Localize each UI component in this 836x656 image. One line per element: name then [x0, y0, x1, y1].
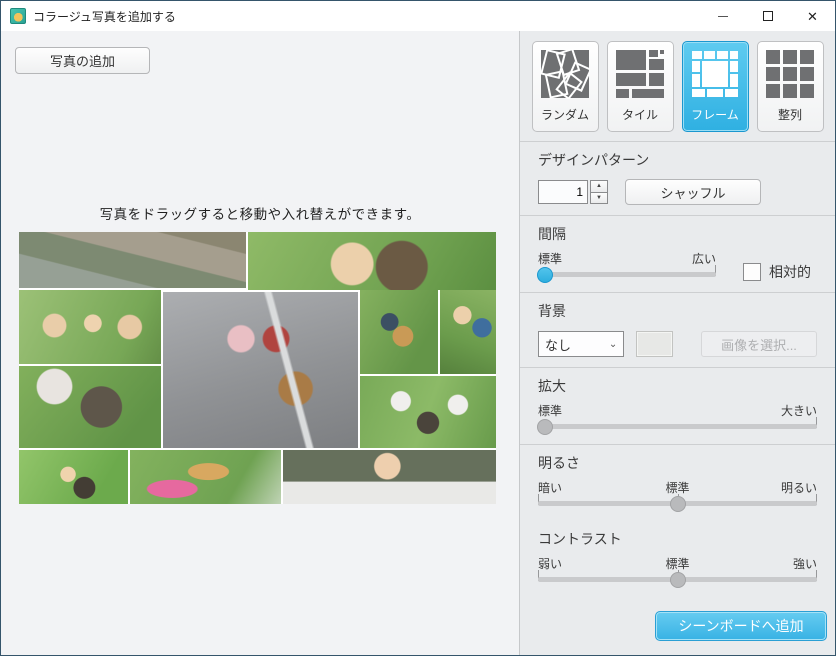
spacing-section: 間隔 標準 広い 相対的	[520, 215, 835, 292]
collage-photo-boy-striped-shirt-puppy[interactable]	[19, 366, 161, 448]
relative-checkbox[interactable]	[743, 263, 761, 281]
design-pattern-spinner: ▲ ▼	[590, 180, 608, 204]
titlebar: コラージュ写真を追加する ✕	[1, 1, 835, 31]
collage-dialog-window: コラージュ写真を追加する ✕ 写真の追加 写真をドラッグすると移動や入れ替えがで…	[0, 0, 836, 656]
minimize-icon	[718, 16, 728, 17]
grid-layout-icon	[765, 49, 815, 99]
layout-button-label: 整列	[778, 106, 802, 123]
brightness-min-label: 暗い	[538, 479, 562, 495]
spacing-slider[interactable]: 標準 広い	[538, 250, 716, 282]
footer: シーンボードへ追加	[520, 611, 835, 655]
layout-button-grid[interactable]: 整列	[757, 41, 824, 132]
layout-button-frame[interactable]: フレーム	[682, 41, 749, 132]
tile-layout-icon	[615, 49, 665, 99]
scale-slider-thumb[interactable]	[537, 419, 553, 435]
layout-button-label: タイル	[622, 106, 658, 123]
settings-panel: ランダム	[519, 31, 835, 655]
spacing-slider-track[interactable]	[538, 272, 716, 277]
collage-photo-smiling-boy[interactable]	[283, 450, 496, 504]
background-select[interactable]: なし ⌄	[538, 331, 624, 357]
scale-slider-track[interactable]	[538, 424, 817, 429]
preview-panel: 写真の追加 写真をドラッグすると移動や入れ替えができます。	[1, 31, 519, 655]
layout-button-label: ランダム	[541, 106, 589, 123]
layout-button-random[interactable]: ランダム	[532, 41, 599, 132]
collage-photo-dog-pink-shovel[interactable]	[130, 450, 281, 504]
background-section: 背景 なし ⌄ 画像を選択...	[520, 292, 835, 367]
contrast-min-label: 弱い	[538, 555, 562, 571]
close-icon: ✕	[807, 10, 818, 23]
maximize-icon	[763, 11, 773, 21]
add-photos-button[interactable]: 写真の追加	[15, 47, 150, 74]
drag-instruction-text: 写真をドラッグすると移動や入れ替えができます。	[18, 203, 502, 223]
random-layout-icon	[540, 49, 590, 99]
spacing-slider-thumb[interactable]	[537, 267, 553, 283]
relative-checkbox-label: 相対的	[769, 262, 811, 282]
minimize-button[interactable]	[700, 1, 745, 31]
spinner-down-button[interactable]: ▼	[590, 193, 608, 205]
scale-label: 拡大	[538, 376, 817, 396]
scale-section: 拡大 標準 大きい	[520, 367, 835, 444]
design-pattern-label: デザインパターン	[538, 150, 817, 170]
layout-mode-buttons: ランダム	[520, 31, 835, 141]
scale-min-label: 標準	[538, 402, 562, 418]
add-to-sceneboard-button[interactable]: シーンボードへ追加	[655, 611, 827, 641]
spacing-max-label: 広い	[692, 250, 716, 266]
brightness-max-label: 明るい	[781, 479, 817, 495]
close-button[interactable]: ✕	[790, 1, 835, 31]
collage-photo-girls-on-grass[interactable]	[440, 290, 496, 374]
brightness-slider-thumb[interactable]	[670, 496, 686, 512]
collage-photo-kids-running-on-road[interactable]	[19, 232, 246, 288]
spacing-label: 間隔	[538, 224, 817, 244]
window-title: コラージュ写真を追加する	[33, 8, 700, 25]
maximize-button[interactable]	[745, 1, 790, 31]
background-select-value: なし	[545, 335, 609, 354]
contrast-max-label: 強い	[793, 555, 817, 571]
collage-photo-three-kids-snacking[interactable]	[19, 290, 161, 364]
app-icon	[10, 8, 26, 24]
shuffle-button[interactable]: シャッフル	[625, 179, 761, 205]
background-label: 背景	[538, 301, 817, 321]
relative-checkbox-group: 相対的	[743, 262, 811, 282]
layout-button-tile[interactable]: タイル	[607, 41, 674, 132]
brightness-slider[interactable]: 暗い 標準 明るい	[538, 479, 817, 511]
chevron-down-icon: ⌄	[609, 339, 617, 350]
layout-button-label: フレーム	[691, 106, 739, 123]
brightness-label: 明るさ	[538, 453, 817, 473]
contrast-section: コントラスト 弱い 標準 強い	[520, 521, 835, 597]
collage-photo-boy-lying-with-puppy[interactable]	[19, 450, 128, 504]
contrast-label: コントラスト	[538, 529, 817, 549]
select-image-button[interactable]: 画像を選択...	[701, 331, 817, 357]
collage-photo-socks-and-puppy[interactable]	[360, 376, 496, 448]
contrast-slider[interactable]: 弱い 標準 強い	[538, 555, 817, 587]
frame-layout-icon	[690, 49, 740, 99]
collage-photo-boy-with-retriever[interactable]	[360, 290, 438, 374]
background-color-swatch[interactable]	[636, 331, 673, 357]
collage-photo-center-kids-walking-dog[interactable]	[163, 292, 358, 448]
spinner-up-button[interactable]: ▲	[590, 180, 608, 193]
contrast-slider-thumb[interactable]	[670, 572, 686, 588]
brightness-section: 明るさ 暗い 標準 明るい	[520, 444, 835, 521]
spacing-min-label: 標準	[538, 250, 562, 266]
design-pattern-section: デザインパターン ▲ ▼ シャッフル	[520, 141, 835, 215]
collage-photo-boy-with-cap-petting-puppy[interactable]	[248, 232, 496, 290]
design-pattern-number-input[interactable]	[538, 180, 588, 204]
scale-slider[interactable]: 標準 大きい	[538, 402, 817, 434]
collage-preview	[19, 232, 496, 504]
scale-max-label: 大きい	[781, 402, 817, 418]
